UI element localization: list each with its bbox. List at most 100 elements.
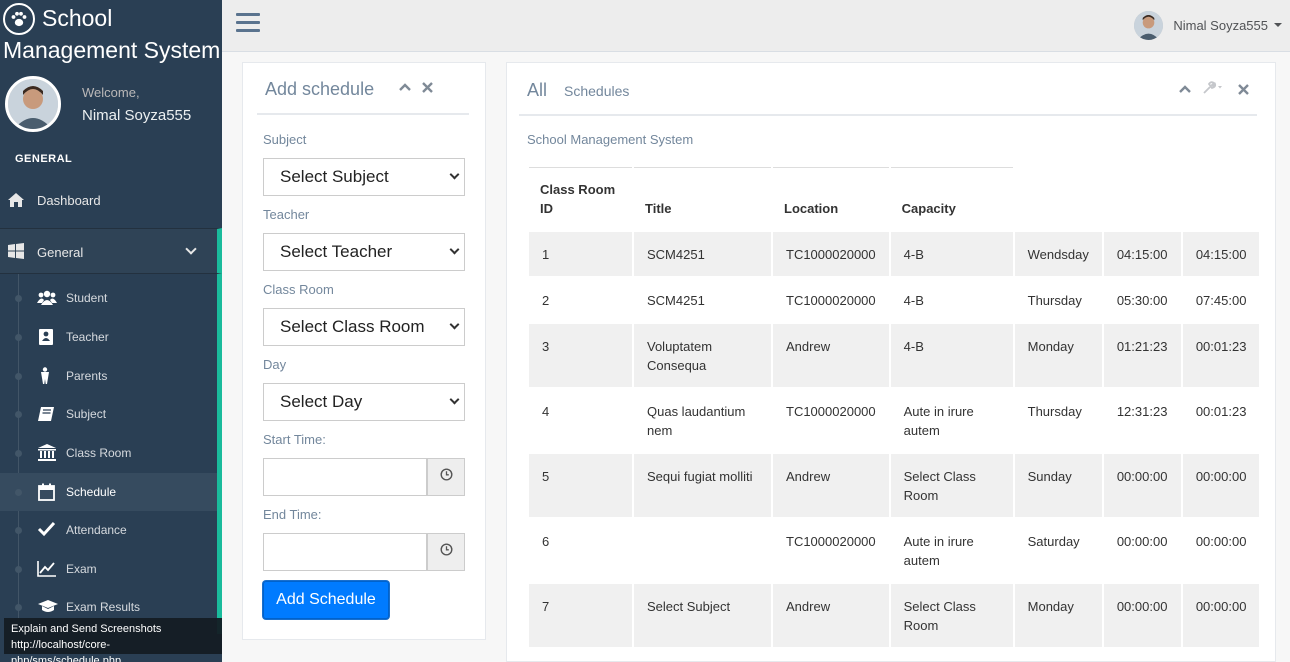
- add-schedule-button[interactable]: Add Schedule: [263, 581, 389, 619]
- chevron-down-icon: [449, 169, 460, 180]
- chart-line-icon: [37, 560, 57, 578]
- avatar: [5, 76, 61, 132]
- sidebar-item-class-room[interactable]: Class Room: [0, 434, 217, 472]
- table-row: 7 Select Subject Andrew Select Class Room Mo…: [529, 584, 1260, 647]
- subject-select[interactable]: Select Subject: [263, 158, 465, 196]
- table-cell: 1: [529, 232, 632, 276]
- table-cell: 7: [529, 584, 632, 647]
- sidebar-item-label: Schedule: [66, 485, 117, 499]
- sidebar-item-label: Subject: [66, 407, 107, 421]
- clock-icon: [439, 543, 453, 561]
- sidebar-item-label: Exam: [66, 562, 97, 576]
- table-cell: [634, 519, 771, 582]
- sidebar-item-label: Dashboard: [37, 193, 101, 208]
- table-cell: 5: [529, 454, 632, 517]
- schedules-panel: All Schedules School Management System C…: [506, 62, 1276, 662]
- sidebar-item-label: Class Room: [66, 446, 132, 460]
- table-cell: 01:21:23: [1103, 324, 1181, 387]
- column-header: Class Room ID: [529, 167, 632, 230]
- classroom-select[interactable]: Select Class Room: [263, 308, 465, 346]
- table-row: 3 Voluptatem Consequa Andrew 4-B Monday 01:21…: [529, 324, 1260, 387]
- end-time-input[interactable]: [263, 533, 427, 571]
- table-cell: 4-B: [890, 278, 1013, 322]
- brand[interactable]: School Management System: [0, 0, 222, 68]
- table-cell: 3: [529, 324, 632, 387]
- avatar: [1134, 10, 1164, 40]
- day-select-value: Select Day: [280, 392, 363, 411]
- table-cell: 07:45:00: [1182, 278, 1260, 322]
- sidebar-item-dashboard[interactable]: Dashboard: [0, 180, 222, 220]
- day-select[interactable]: Select Day: [263, 383, 465, 421]
- collapse-icon[interactable]: [399, 80, 411, 96]
- check-icon: [37, 521, 57, 539]
- brand-title-line1: School: [42, 5, 113, 31]
- close-icon[interactable]: [1238, 82, 1249, 98]
- table-cell: TC1000020000: [773, 232, 889, 276]
- sidebar-item-label: Attendance: [66, 523, 127, 537]
- schedules-table: Class Room ID Title Location Capacity 1S…: [527, 165, 1261, 649]
- table-body: 1 SCM4251 TC1000020000 4-B Wendsday 04:15:00 0…: [529, 232, 1260, 647]
- brand-title-line2: Management System: [3, 37, 221, 63]
- table-cell: Monday: [1014, 324, 1102, 387]
- sidebar-item-teacher[interactable]: Teacher: [0, 318, 217, 356]
- sidebar-profile: Welcome, Nimal Soyza555: [0, 72, 222, 142]
- calendar-icon: [37, 483, 57, 501]
- sidebar-item-subject[interactable]: Subject: [0, 395, 217, 433]
- table-cell: 00:00:00: [1182, 454, 1260, 517]
- column-header: Location: [773, 167, 889, 230]
- sidebar-item-label: Parents: [66, 369, 108, 383]
- chevron-down-icon: [449, 319, 460, 330]
- sidebar-item-schedule[interactable]: Schedule: [0, 473, 217, 511]
- table-cell: 00:00:00: [1182, 584, 1260, 647]
- table-row: 1 SCM4251 TC1000020000 4-B Wendsday 04:15:00 0…: [529, 232, 1260, 276]
- subject-select-value: Select Subject: [280, 167, 389, 186]
- sidebar-item-attendance[interactable]: Attendance: [0, 511, 217, 549]
- table-cell: SCM4251: [634, 278, 771, 322]
- start-time-picker[interactable]: [427, 458, 465, 496]
- teacher-icon: [37, 328, 57, 346]
- top-navbar: Nimal Soyza555: [222, 0, 1290, 52]
- close-icon[interactable]: [422, 80, 433, 96]
- home-icon: [7, 192, 25, 208]
- table-row: 6 TC1000020000 Aute in irure autem Saturday…: [529, 519, 1260, 582]
- menu-toggle-icon[interactable]: [236, 13, 260, 35]
- welcome-text: Welcome,: [82, 85, 140, 100]
- user-dropdown[interactable]: Nimal Soyza555: [1134, 9, 1282, 41]
- book-icon: [37, 405, 57, 423]
- bank-icon: [37, 444, 57, 462]
- collapse-icon[interactable]: [1179, 82, 1191, 98]
- table-cell: Sunday: [1014, 454, 1102, 517]
- column-header: Title: [634, 167, 771, 230]
- table-row: 2 SCM4251 TC1000020000 4-B Thursday 05:30:00 0…: [529, 278, 1260, 322]
- chevron-down-icon: [449, 244, 460, 255]
- table-cell: Wendsday: [1014, 232, 1102, 276]
- table-cell: 04:15:00: [1103, 232, 1181, 276]
- sidebar-item-general[interactable]: General: [0, 228, 222, 274]
- table-cell: Aute in irure autem: [890, 389, 1013, 452]
- add-schedule-panel: Add schedule Subject Select Subject Teac…: [242, 62, 486, 640]
- users-icon: [37, 289, 57, 307]
- child-icon: [37, 367, 57, 385]
- sidebar-item-label: General: [37, 245, 84, 260]
- teacher-select[interactable]: Select Teacher: [263, 233, 465, 271]
- panel-title: Add schedule: [265, 79, 375, 99]
- table-cell: Sequi fugiat molliti: [634, 454, 771, 517]
- table-row: 5 Sequi fugiat molliti Andrew Select Class …: [529, 454, 1260, 517]
- table-cell: 00:00:00: [1103, 454, 1181, 517]
- sidebar: School Management System Welcome, Nimal …: [0, 0, 222, 662]
- wrench-icon[interactable]: [1202, 81, 1226, 98]
- table-cell: 4-B: [890, 324, 1013, 387]
- sidebar-item-label: Exam Results: [66, 600, 141, 614]
- user-name: Nimal Soyza555: [1173, 17, 1268, 33]
- start-time-input[interactable]: [263, 458, 427, 496]
- sidebar-item-label: Teacher: [66, 330, 109, 344]
- tooltip-url: http://localhost/core-php/sms/schedule.p…: [11, 639, 122, 662]
- table-cell: Select Class Room: [890, 454, 1013, 517]
- end-time-picker[interactable]: [427, 533, 465, 571]
- table-cell: TC1000020000: [773, 278, 889, 322]
- table-cell: TC1000020000: [773, 519, 889, 582]
- sidebar-item-exam[interactable]: Exam: [0, 550, 217, 588]
- paw-icon: [3, 3, 35, 35]
- sidebar-item-parents[interactable]: Parents: [0, 357, 217, 395]
- sidebar-item-student[interactable]: Student: [0, 279, 217, 317]
